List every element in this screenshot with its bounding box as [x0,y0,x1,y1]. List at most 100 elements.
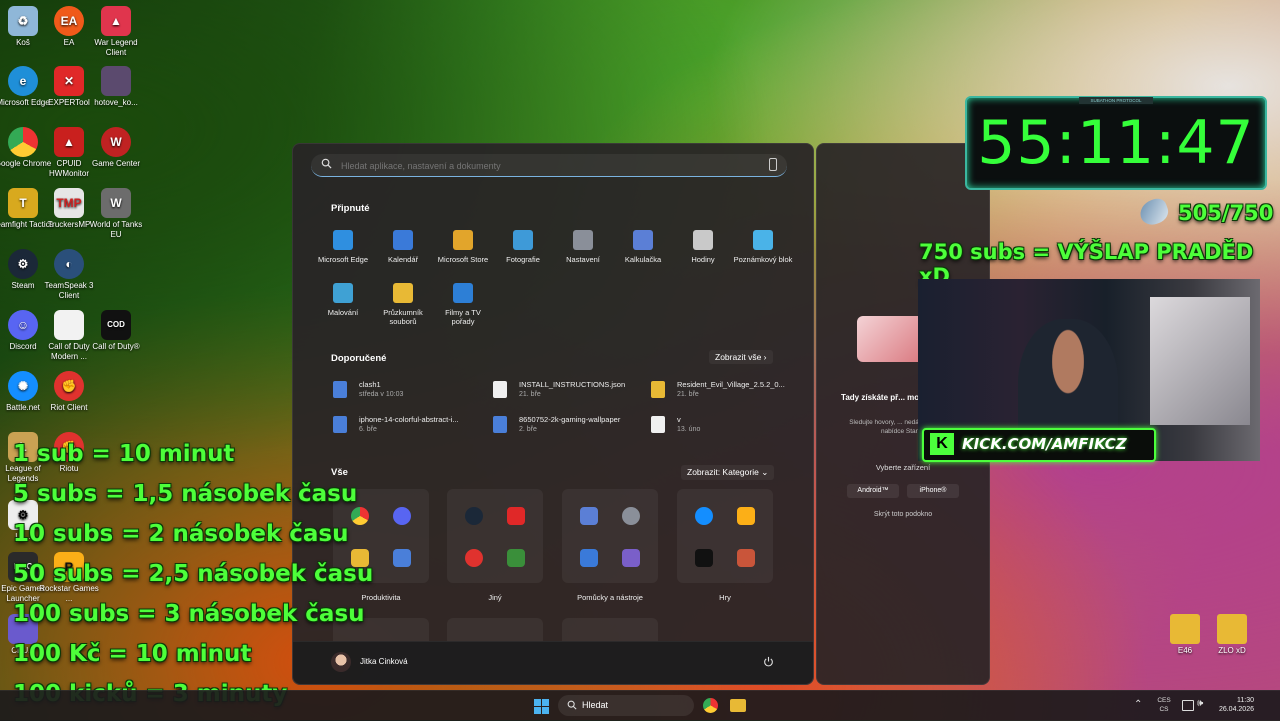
wot-icon: W [101,188,131,218]
network-icon[interactable] [1182,700,1194,711]
subathon-rule: 50 subs = 2,5 násobek času [13,561,374,587]
category-utilities[interactable] [562,489,658,583]
recommended-item-date: 21. bře [519,391,541,398]
windows-icon [534,707,541,714]
recommended-item[interactable]: INSTALL_INSTRUCTIONS.json 21. bře [493,377,653,405]
language-top: CES [1157,697,1171,704]
ea-icon: EA [54,6,84,36]
recommended-item[interactable]: v 13. úno [651,412,811,440]
pinned-app-calculator[interactable]: Kalkulačka [613,230,673,264]
hide-pane-link[interactable]: Skrýt toto podokno [837,511,969,518]
category-games[interactable] [677,489,773,583]
clock[interactable]: 11:30 26.04.2026 [1212,696,1254,714]
desktop-icon-teamspeak[interactable]: ◐ TeamSpeak 3 Client [37,249,101,301]
recommended-item[interactable]: iphone-14-colorful-abstract-i... 6. bře [333,412,493,440]
pinned-app-store[interactable]: Microsoft Store [433,230,493,264]
war-legend-icon: ▲ [101,6,131,36]
edge-icon [333,230,353,250]
start-search-input[interactable] [339,157,763,174]
pinned-app-calendar[interactable]: Kalendář [373,230,433,264]
power-icon[interactable] [763,656,774,667]
subathon-rule: 5 subs = 1,5 násobek času [13,481,358,507]
desktop-icon-wot[interactable]: W World of Tanks EU [84,188,148,240]
desktop-icon-hotove[interactable]: hotove_ko... [84,66,148,108]
edge-icon: e [8,66,38,96]
subathon-rule: 10 subs = 2 násobek času [13,521,349,547]
apps-icon [393,549,411,567]
pinned-app-folder[interactable]: Průzkumník souborů [373,283,433,326]
clock-date: 26.04.2026 [1218,706,1254,713]
pinned-app-paint[interactable]: Malování [313,283,373,317]
pinned-title: Připnuté [331,203,370,214]
desktop-icon-game-center[interactable]: W Game Center [84,127,148,169]
pinned-app-photos[interactable]: Fotografie [493,230,553,264]
taskbar-chrome[interactable] [703,698,718,713]
view-by-dropdown[interactable]: Zobrazit: Kategorie ⌄ [681,465,775,480]
all-apps-title: Vše [331,467,348,478]
cod-icon: COD [101,310,131,340]
desktop-icon-label: TeamSpeak 3 Client [44,281,94,300]
gear-icon [622,507,640,525]
windows-icon [542,699,549,706]
calculator-icon [580,507,598,525]
taskbar-file-explorer[interactable] [730,699,746,712]
pinned-app-movies[interactable]: Filmy a TV pořady [433,283,493,326]
phone-icon[interactable] [769,158,777,171]
taskbar-search[interactable]: Hledat [558,695,694,716]
recommended-item-name: clash1 [359,380,381,389]
category-label: Hry [719,593,731,602]
pinned-app-notepad[interactable]: Poznámkový blok [733,230,793,264]
pinned-app-edge[interactable]: Microsoft Edge [313,230,373,264]
timer-value: 55:11:47 [977,108,1255,178]
search-icon [567,700,577,710]
start-footer: Jitka Cinková [293,641,813,684]
pinned-app-label: Fotografie [506,255,540,264]
recommended-item-date: 21. bře [677,391,699,398]
kick-banner: K KICK.COM/AMFIKCZ [922,428,1156,462]
show-all-label: Zobrazit vše [715,352,762,362]
kick-url: KICK.COM/AMFIKCZ [962,435,1127,453]
android-button[interactable]: Android™ [847,484,899,498]
shark-icon [1136,195,1172,229]
show-all-button[interactable]: Zobrazit vše › [709,350,773,364]
subs-counter: 505/750 [1178,201,1274,225]
recommended-item[interactable]: Resident_Evil_Village_2.5.2_0... 21. bře [651,377,811,405]
volume-icon[interactable]: 🕪 [1197,698,1203,709]
calendar-icon [393,230,413,250]
recommended-item[interactable]: 8650752-2k-gaming-wallpaper 2. bře [493,412,653,440]
kick-logo-icon: K [930,433,954,455]
pinned-app-clock[interactable]: Hodiny [673,230,733,264]
truckersmp-icon: TMP [54,188,84,218]
file-icon [333,416,347,433]
language-indicator[interactable]: CES CS [1156,696,1172,714]
notepad-icon [753,230,773,250]
desktop-icon-zlo[interactable]: ZLO xD [1200,614,1264,656]
pinned-app-gear[interactable]: Nastavení [553,230,613,264]
desktop-icon-war-legend[interactable]: ▲ War Legend Client [84,6,148,58]
tray-chevron-up-icon[interactable]: ⌃ [1134,699,1142,710]
start-search-bar[interactable] [311,154,787,177]
recommended-title: Doporučené [331,353,387,364]
desktop-icon-cod[interactable]: COD Call of Duty® [84,310,148,352]
category-partial[interactable] [562,618,658,642]
desktop-icon-riot[interactable]: ✊ Riot Client [37,371,101,413]
desktop-icon-label: ZLO xD [1218,646,1246,655]
apps-icon [507,549,525,567]
recommended-item[interactable]: clash1 středa v 10:03 [333,377,493,405]
recommended-item-name: v [677,415,681,424]
pinned-app-label: Nastavení [566,255,600,264]
pinned-app-label: Kalkulačka [624,255,662,264]
category-partial[interactable] [447,618,543,642]
expertool-icon: ✕ [54,66,84,96]
recommended-item-name: iphone-14-colorful-abstract-i... [359,415,459,424]
subathon-rule: 100 Kč = 10 minut [13,641,252,667]
recommended-item-date: středa v 10:03 [359,391,404,398]
iphone-button[interactable]: iPhone® [907,484,959,498]
chevron-right-icon: › [763,352,767,362]
chrome-icon [351,507,369,525]
chrome-icon [8,127,38,157]
pinned-app-label: Průzkumník souborů [383,308,423,326]
photos-icon [513,230,533,250]
category-other[interactable] [447,489,543,583]
start-button[interactable] [534,699,549,714]
